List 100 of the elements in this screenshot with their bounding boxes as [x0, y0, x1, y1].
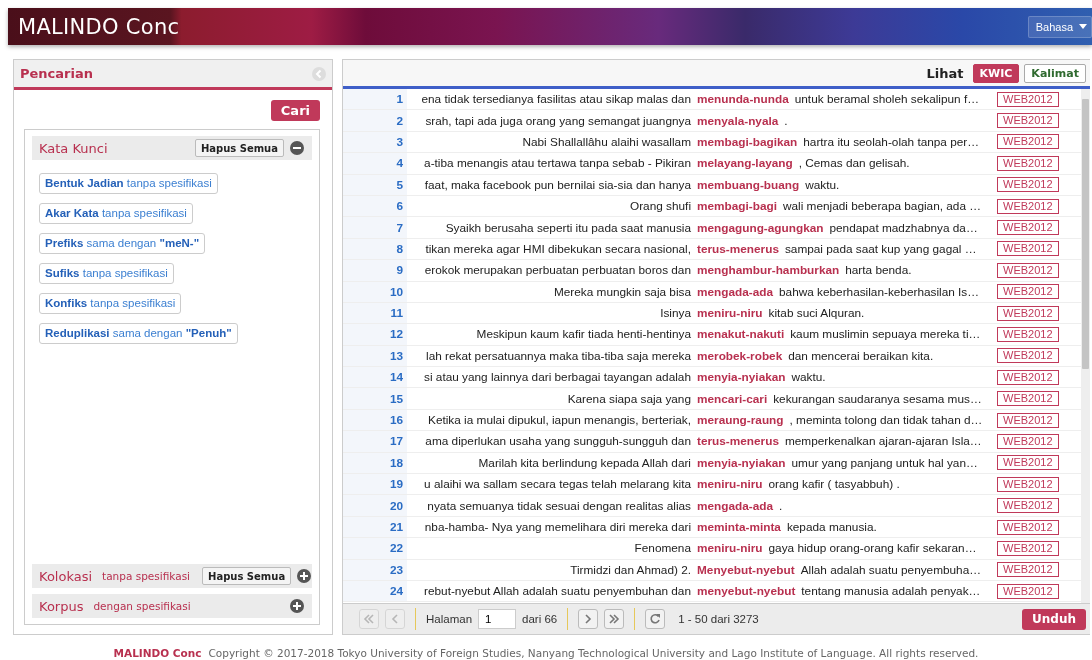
keyword[interactable]: meniru-niru — [697, 477, 763, 492]
panel-title: Pencarian — [20, 66, 93, 81]
download-button[interactable]: Unduh — [1022, 608, 1086, 630]
keyword[interactable]: menyia-nyiakan — [697, 455, 786, 470]
keyword[interactable]: menyala-nyala — [697, 113, 779, 128]
keyword[interactable]: menyia-nyiakan — [697, 370, 786, 385]
row-number: 3 — [343, 131, 407, 153]
source-tag: WEB2012 — [997, 583, 1059, 599]
section-header[interactable]: Kata Kunci Hapus Semua — [32, 136, 312, 160]
filter-chip[interactable]: Akar Kata tanpa spesifikasi — [39, 203, 193, 224]
keyword[interactable]: menyebut-nyebut — [697, 584, 796, 599]
left-context: srah, tapi ada juga orang yang semangat juangnya — [425, 113, 691, 128]
keyword[interactable]: mengada-ada — [697, 284, 774, 299]
keyword[interactable]: meminta-minta — [697, 520, 781, 534]
left-context: erokok merupakan perbuatan perbuatan boros dan — [424, 263, 691, 278]
right-context: . — [784, 113, 788, 128]
keyword[interactable]: menunda-nunda — [697, 92, 789, 107]
source-tag: WEB2012 — [997, 198, 1059, 214]
search-button[interactable]: Cari — [270, 100, 320, 121]
left-context: Mereka mungkin saja bisa — [553, 284, 691, 299]
language-dropdown[interactable]: Bahasa — [1027, 15, 1092, 38]
source-tag: WEB2012 — [997, 284, 1059, 300]
left-context: Marilah kita berlindung kepada Allah dari — [478, 455, 691, 470]
page-total: dari 66 — [522, 613, 558, 625]
source-tag: WEB2012 — [997, 391, 1059, 407]
right-context: gaya hidup orang-orang kafir sekaran… — [768, 541, 977, 556]
view-tab[interactable]: Kalimat — [1024, 63, 1086, 83]
section-title: Kolokasi — [39, 568, 93, 584]
right-context: kitab suci Alquran. — [768, 306, 865, 321]
right-context: harta benda. — [845, 263, 912, 278]
keyword[interactable]: mencari-cari — [697, 391, 768, 406]
right-context: waktu. — [805, 177, 840, 192]
section-header[interactable]: Kolokasi tanpa spesifikasi Hapus Semua — [32, 564, 312, 588]
left-context: nba-hamba- Nya yang memelihara diri mereka dari — [424, 520, 691, 534]
source-tag: WEB2012 — [997, 113, 1059, 129]
view-tab[interactable]: KWIC — [972, 63, 1020, 83]
source-tag: WEB2012 — [997, 369, 1059, 385]
clear-all-button[interactable]: Hapus Semua — [202, 567, 292, 585]
right-context: untuk beramal sholeh sekalipun f… — [794, 92, 980, 107]
left-context: si atau yang lainnya dari berbagai tayangan adalah — [424, 370, 691, 385]
keyword[interactable]: merobek-robek — [697, 348, 783, 363]
filter-chip[interactable]: Sufiks tanpa spesifikasi — [39, 263, 174, 284]
filter-chip[interactable]: Konfiks tanpa spesifikasi — [39, 293, 182, 314]
row-number: 9 — [343, 260, 407, 281]
page-input[interactable]: 1 — [478, 609, 517, 629]
left-context: Tirmidzi dan Ahmad) 2. — [570, 562, 691, 577]
source-tag: WEB2012 — [997, 498, 1059, 514]
row-number: 14 — [343, 367, 407, 388]
left-context: nyata semuanya tidak sesuai dengan realitas alias — [427, 498, 691, 513]
row-number: 22 — [343, 538, 407, 559]
right-context: umur yang panjang untuk hal yan… — [791, 455, 978, 470]
keyword[interactable]: membagi-bagi — [697, 199, 777, 214]
row-number: 15 — [343, 388, 407, 409]
source-tag: WEB2012 — [997, 305, 1059, 321]
copyright-text: Copyright © 2017-2018 Tokyo University of Foreign Studies, Nanyang Technological University and Lago Institute of Language. All rights reserved. — [208, 647, 979, 659]
keyword[interactable]: menghambur-hamburkan — [697, 263, 840, 278]
source-tag: WEB2012 — [997, 540, 1059, 556]
keyword[interactable]: membagi-bagikan — [697, 134, 798, 149]
source-tag: WEB2012 — [997, 155, 1059, 171]
keyword[interactable]: menakut-nakuti — [697, 327, 785, 342]
section-title: Kata Kunci — [39, 140, 108, 156]
row-number: 20 — [343, 495, 407, 516]
row-number: 2 — [343, 110, 407, 131]
left-context: u alaihi wa sallam secara tegas telah melarang kita — [424, 477, 691, 492]
left-context: Nabi Shallallâhu alaihi wasallam — [522, 134, 691, 149]
clear-all-button[interactable]: Hapus Semua — [194, 139, 284, 157]
row-number: 7 — [343, 217, 407, 238]
left-context: a-tiba menangis atau tertawa tanpa sebab - Pikiran — [424, 156, 691, 171]
keyword[interactable]: melayang-layang — [697, 156, 793, 171]
row-number: 11 — [343, 302, 407, 324]
keyword[interactable]: mengagung-agungkan — [697, 220, 824, 235]
source-tag: WEB2012 — [997, 562, 1059, 578]
row-number: 12 — [343, 324, 407, 345]
keyword[interactable]: meraung-raung — [697, 413, 784, 428]
right-context: kekurangan saudaranya sesama mus… — [773, 391, 982, 406]
app-title: MALINDO Conc — [17, 14, 180, 39]
right-context: kepada manusia. — [786, 520, 877, 534]
keyword[interactable]: terus-menerus — [697, 434, 779, 449]
filter-chip[interactable]: Reduplikasi sama dengan "Penuh" — [39, 323, 238, 344]
keyword[interactable]: Menyebut-nyebut — [697, 562, 795, 577]
right-context: Allah adalah suatu penyembuha… — [800, 562, 981, 577]
keyword[interactable]: mengada-ada — [697, 498, 774, 513]
filter-chip[interactable]: Prefiks sama dengan "meN-" — [39, 233, 206, 254]
right-context: , meminta tolong dan tidak tahan d… — [789, 413, 983, 428]
filter-chip[interactable]: Bentuk Jadian tanpa spesifikasi — [39, 173, 218, 194]
keyword[interactable]: terus-menerus — [697, 241, 779, 256]
right-context: kaum muslimin sepuaya mereka ti… — [790, 327, 981, 342]
section-note: tanpa spesifikasi — [102, 570, 191, 582]
right-context: dan mencerai beraikan kita. — [788, 348, 934, 363]
row-number: 4 — [343, 153, 407, 174]
section-header[interactable]: Korpus dengan spesifikasi — [32, 594, 312, 618]
source-tag: WEB2012 — [997, 327, 1059, 342]
section-note: dengan spesifikasi — [93, 600, 191, 612]
section-title: Korpus — [39, 598, 84, 614]
keyword[interactable]: meniru-niru — [697, 541, 763, 556]
source-tag: WEB2012 — [997, 433, 1059, 449]
right-context: waktu. — [791, 370, 826, 385]
source-tag: WEB2012 — [997, 220, 1059, 236]
keyword[interactable]: meniru-niru — [697, 306, 763, 321]
keyword[interactable]: membuang-buang — [697, 177, 800, 192]
